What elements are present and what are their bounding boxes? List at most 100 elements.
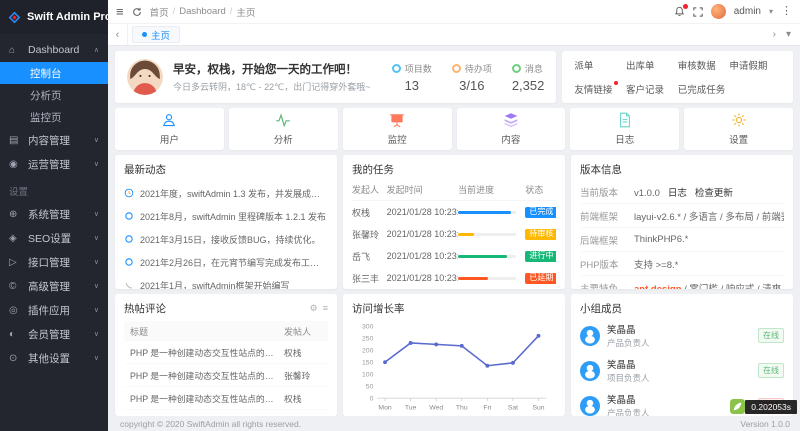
user-avatar[interactable] bbox=[711, 4, 726, 19]
quick-link-友情链接[interactable]: 友情链接 bbox=[574, 82, 626, 96]
layers-icon bbox=[503, 112, 519, 128]
comments-settings-gear-icon[interactable]: ⚙ bbox=[310, 303, 318, 314]
tab-menu-caret-icon[interactable]: ▾ bbox=[783, 29, 794, 40]
thinkphp-trace-icon bbox=[730, 399, 745, 414]
member-icon: ◐ bbox=[9, 329, 23, 340]
stat-ring-icon bbox=[512, 64, 521, 73]
copyright-text: copyright © 2020 SwiftAdmin all rights r… bbox=[120, 419, 301, 429]
breadcrumb-item[interactable]: Dashboard bbox=[179, 6, 225, 17]
shortcut-内容[interactable]: 内容 bbox=[457, 108, 566, 150]
chevron-down-icon: ∨ bbox=[94, 160, 99, 168]
member-texts: 笑晶晶项目负责人 bbox=[607, 357, 650, 384]
growth-line-chart: 050100150200250300MonTueWedThuFriSatSun bbox=[352, 316, 556, 416]
sidebar-item-插件应用[interactable]: ◎插件应用∨ bbox=[0, 298, 108, 322]
shortcut-分析[interactable]: 分析 bbox=[229, 108, 338, 150]
shortcut-label: 分析 bbox=[274, 132, 293, 146]
svg-text:300: 300 bbox=[362, 324, 374, 331]
tasks-panel-title: 我的任务 bbox=[352, 162, 394, 177]
news-item-text: 2021年1月，swiftAdmin框架开始编写 bbox=[140, 280, 290, 289]
sidebar-menu: ⌂Dashboard∧控制台分析页监控页▤内容管理∨◉运营管理∨设置⊕系统管理∨… bbox=[0, 34, 108, 431]
breadcrumb-item[interactable]: 首页 bbox=[150, 5, 169, 19]
changelog-link[interactable]: 日志 bbox=[668, 188, 687, 199]
news-item: 2021年2月26日，在元宵节编写完成发布工作。 bbox=[124, 252, 328, 275]
shortcut-设置[interactable]: 设置 bbox=[684, 108, 793, 150]
quick-link-派单[interactable]: 派单 bbox=[574, 58, 626, 72]
tasks-panel: 我的任务 发起人发起时间当前进度状态权栈2021/01/28 10:23:46已… bbox=[343, 155, 565, 289]
collapse-sidebar-icon[interactable]: ≡ bbox=[116, 5, 124, 18]
task-initiator: 张馨玲 bbox=[352, 223, 387, 245]
more-options-icon[interactable]: ⋮ bbox=[781, 6, 792, 17]
user-menu-caret-icon[interactable]: ▾ bbox=[769, 7, 773, 16]
comment-title[interactable]: PHP 是一种创建动态交互性站点的强有力的服务器端脚本语言 bbox=[130, 369, 284, 382]
svg-text:Sat: Sat bbox=[508, 405, 518, 412]
news-item: 2021年8月，swiftAdmin 里程碑版本 1.2.1 发布 bbox=[124, 206, 328, 229]
sidebar-item-SEO设置[interactable]: ◈SEO设置∨ bbox=[0, 226, 108, 250]
stat-项目数: 项目数13 bbox=[392, 62, 432, 93]
task-row: 张馨玲2021/01/28 10:23:46待审核 bbox=[352, 223, 556, 245]
quick-link-审核数据[interactable]: 审核数据 bbox=[678, 58, 730, 72]
quick-link-出库单[interactable]: 出库单 bbox=[626, 58, 678, 72]
task-status: 已完成 bbox=[525, 202, 556, 223]
tasks-column-header: 发起人 bbox=[352, 177, 387, 201]
tasks-header-row: 发起人发起时间当前进度状态 bbox=[352, 177, 556, 201]
sidebar: Swift Admin Pro ⌂Dashboard∧控制台分析页监控页▤内容管… bbox=[0, 0, 108, 431]
check-update-link[interactable]: 检查更新 bbox=[695, 188, 733, 199]
sidebar-item-接口管理[interactable]: ▷接口管理∨ bbox=[0, 250, 108, 274]
sidebar-item-内容管理[interactable]: ▤内容管理∨ bbox=[0, 128, 108, 152]
member-status-badge: 在线 bbox=[758, 328, 784, 343]
quick-links-card: 派单出库单审核数据申请假期友情链接客户记录已完成任务 bbox=[562, 51, 793, 103]
sidebar-item-会员管理[interactable]: ◐会员管理∨ bbox=[0, 322, 108, 346]
stat-value: 2,352 bbox=[512, 78, 545, 93]
shortcut-label: 内容 bbox=[501, 132, 520, 146]
member-status-badge: 在线 bbox=[758, 363, 784, 378]
members-panel-title: 小组成员 bbox=[580, 301, 622, 316]
shortcut-监控[interactable]: 监控 bbox=[343, 108, 452, 150]
username[interactable]: admin bbox=[734, 6, 761, 17]
tasks-table: 发起人发起时间当前进度状态权栈2021/01/28 10:23:46已完成张馨玲… bbox=[352, 177, 556, 289]
sidebar-subitem-控制台[interactable]: 控制台 bbox=[0, 62, 108, 84]
sidebar-item-运营管理[interactable]: ◉运营管理∨ bbox=[0, 152, 108, 176]
progress-track bbox=[458, 277, 516, 280]
app-title: Swift Admin Pro bbox=[27, 11, 112, 23]
stat-label: 待办项 bbox=[465, 62, 492, 75]
circle-gray-icon bbox=[124, 280, 134, 289]
tab-scroll-right-icon[interactable]: › bbox=[770, 29, 779, 40]
comments-menu-icon[interactable]: ≡ bbox=[323, 303, 328, 314]
stat-待办项: 待办项3/16 bbox=[452, 62, 492, 93]
sidebar-item-Dashboard[interactable]: ⌂Dashboard∧ bbox=[0, 38, 108, 62]
quick-link-申请假期[interactable]: 申请假期 bbox=[729, 58, 781, 72]
quick-link-已完成任务[interactable]: 已完成任务 bbox=[678, 82, 730, 96]
task-initiator: 张三丰 bbox=[352, 267, 387, 289]
welcome-row: 早安，权栈，开始您一天的工作吧！ 今日多云转阴，18℃ - 22℃，出门记得穿外… bbox=[115, 51, 793, 103]
members-panel: 小组成员 笑晶晶产品负责人在线笑晶晶项目负责人在线笑晶晶产品负责人离线笑晶晶测试… bbox=[571, 294, 793, 416]
sidebar-item-高级管理[interactable]: ©高级管理∨ bbox=[0, 274, 108, 298]
sidebar-item-系统管理[interactable]: ⊕系统管理∨ bbox=[0, 202, 108, 226]
task-progress bbox=[458, 228, 525, 240]
breadcrumb-item[interactable]: 主页 bbox=[236, 5, 255, 19]
tab-scroll-left-icon[interactable]: ‹ bbox=[108, 24, 128, 45]
comment-poster: 权栈 bbox=[284, 392, 322, 405]
debug-trace-badge[interactable]: 0.202053s bbox=[730, 399, 797, 414]
quick-link-客户记录[interactable]: 客户记录 bbox=[626, 82, 678, 96]
progress-track bbox=[458, 233, 516, 236]
comment-title[interactable]: PHP 是一种创建动态交互性站点的强有力的服务器端脚本语言 bbox=[130, 392, 284, 405]
sidebar-item-label: SEO设置 bbox=[28, 231, 94, 246]
shortcut-用户[interactable]: 用户 bbox=[115, 108, 224, 150]
sidebar-item-其他设置[interactable]: ⊙其他设置∨ bbox=[0, 346, 108, 370]
fullscreen-icon[interactable] bbox=[693, 7, 703, 17]
member-row: 笑晶晶项目负责人 在线 bbox=[580, 353, 784, 388]
news-item: 2021年3月15日，接收反馈BUG，持续优化。 bbox=[124, 229, 328, 252]
topbar: ≡ 首页/Dashboard/主页 admin ▾ ⋮ bbox=[108, 0, 800, 24]
comment-title[interactable]: PHP 是一种创建动态交互性站点的强有力的服务器端脚本语言 bbox=[130, 346, 284, 359]
progress-fill bbox=[458, 233, 474, 236]
member-avatar bbox=[580, 361, 600, 381]
sidebar-subitem-监控页[interactable]: 监控页 bbox=[0, 106, 108, 128]
welcome-texts: 早安，权栈，开始您一天的工作吧！ 今日多云转阴，18℃ - 22℃，出门记得穿外… bbox=[173, 61, 371, 93]
home-icon: ⌂ bbox=[9, 45, 23, 56]
notifications-bell-icon[interactable] bbox=[674, 6, 685, 17]
shortcut-日志[interactable]: 日志 bbox=[570, 108, 679, 150]
refresh-icon[interactable] bbox=[132, 7, 142, 17]
sidebar-subitem-分析页[interactable]: 分析页 bbox=[0, 84, 108, 106]
chevron-down-icon: ∨ bbox=[94, 354, 99, 362]
tab-home[interactable]: 主页 bbox=[132, 26, 180, 43]
